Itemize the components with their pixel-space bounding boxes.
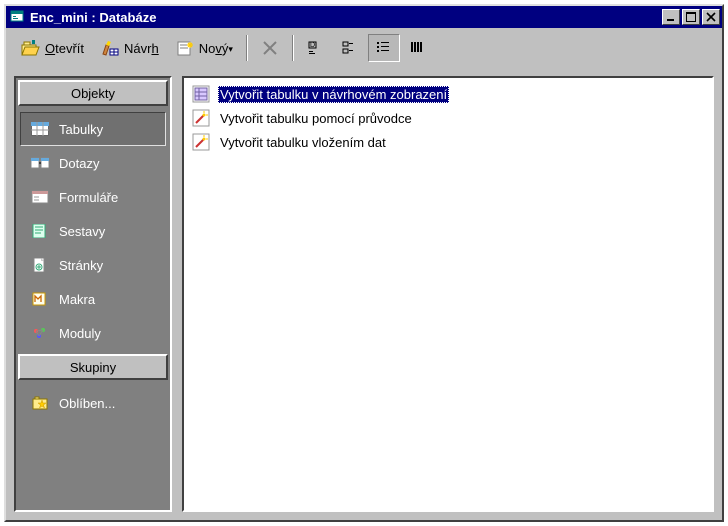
sidebar-item-tables[interactable]: Tabulky	[20, 112, 166, 146]
wizard-design-icon	[192, 85, 210, 103]
list-view-icon	[375, 39, 393, 57]
wizard-icon	[192, 133, 210, 151]
sidebar-label: Dotazy	[59, 156, 99, 171]
minimize-button[interactable]	[662, 9, 680, 25]
sidebar-label: Tabulky	[59, 122, 103, 137]
sidebar-label: Formuláře	[59, 190, 118, 205]
sidebar-label: Stránky	[59, 258, 103, 273]
groups-list: Oblíben...	[18, 382, 168, 424]
maximize-button[interactable]	[682, 9, 700, 25]
details-view-button[interactable]	[402, 34, 434, 62]
wizard-icon	[192, 109, 210, 127]
open-button[interactable]: Otevřít	[14, 34, 91, 62]
table-icon	[31, 121, 49, 137]
delete-icon	[261, 39, 279, 57]
sidebar-item-queries[interactable]: Dotazy	[20, 146, 166, 180]
open-icon	[21, 39, 41, 57]
open-label: Otevřít	[45, 41, 84, 56]
sidebar-item-favorites[interactable]: Oblíben...	[20, 386, 166, 420]
list-view-button[interactable]	[368, 34, 400, 62]
report-icon	[31, 223, 49, 239]
details-view-icon	[409, 39, 427, 57]
small-icons-icon	[341, 39, 359, 57]
toolbar-sep-1	[246, 35, 248, 61]
sidebar-label: Oblíben...	[59, 396, 115, 411]
sidebar: Objekty Tabulky Dotazy	[14, 76, 172, 512]
objects-list: Tabulky Dotazy Formuláře	[18, 108, 168, 354]
toolbar-sep-2	[292, 35, 294, 61]
design-button[interactable]: Návrh	[93, 34, 166, 62]
sidebar-item-macros[interactable]: Makra	[20, 282, 166, 316]
close-button[interactable]	[702, 9, 720, 25]
objects-header[interactable]: Objekty	[18, 80, 168, 106]
page-icon	[31, 257, 49, 273]
sidebar-item-modules[interactable]: Moduly	[20, 316, 166, 350]
new-button[interactable]: Nový▾	[168, 34, 240, 62]
macro-icon	[31, 291, 49, 307]
create-table-design-view[interactable]: Vytvořit tabulku v návrhovém zobrazení	[188, 82, 708, 106]
new-icon	[175, 39, 195, 57]
create-table-wizard[interactable]: Vytvořit tabulku pomocí průvodce	[188, 106, 708, 130]
sidebar-item-pages[interactable]: Stránky	[20, 248, 166, 282]
sidebar-label: Makra	[59, 292, 95, 307]
query-icon	[31, 155, 49, 171]
svg-text:D: D	[310, 42, 315, 49]
sidebar-item-forms[interactable]: Formuláře	[20, 180, 166, 214]
new-label: Nový▾	[199, 41, 233, 56]
delete-button[interactable]	[254, 34, 286, 62]
window-icon	[10, 9, 26, 25]
favorites-icon	[31, 395, 49, 411]
form-icon	[31, 189, 49, 205]
toolbar: Otevřít Návrh	[6, 28, 722, 68]
window-title: Enc_mini : Databáze	[30, 10, 660, 25]
create-table-enter-data[interactable]: Vytvořit tabulku vložením dat	[188, 130, 708, 154]
small-icons-button[interactable]	[334, 34, 366, 62]
window-buttons	[660, 9, 720, 25]
large-icons-icon: D	[307, 39, 325, 57]
large-icons-button[interactable]: D	[300, 34, 332, 62]
design-label: Návrh	[124, 41, 159, 56]
groups-header[interactable]: Skupiny	[18, 354, 168, 380]
sidebar-label: Moduly	[59, 326, 101, 341]
sidebar-item-reports[interactable]: Sestavy	[20, 214, 166, 248]
list-label: Vytvořit tabulku vložením dat	[218, 134, 388, 151]
list-label: Vytvořit tabulku v návrhovém zobrazení	[218, 86, 449, 103]
titlebar: Enc_mini : Databáze	[6, 6, 722, 28]
database-window: { "title": "Enc_mini : Databáze", "toolb…	[4, 4, 724, 522]
content-area: Objekty Tabulky Dotazy	[6, 68, 722, 520]
list-label: Vytvořit tabulku pomocí průvodce	[218, 110, 414, 127]
module-icon	[31, 325, 49, 341]
sidebar-label: Sestavy	[59, 224, 105, 239]
design-icon	[100, 39, 120, 57]
main-list[interactable]: Vytvořit tabulku v návrhovém zobrazení V…	[182, 76, 714, 512]
